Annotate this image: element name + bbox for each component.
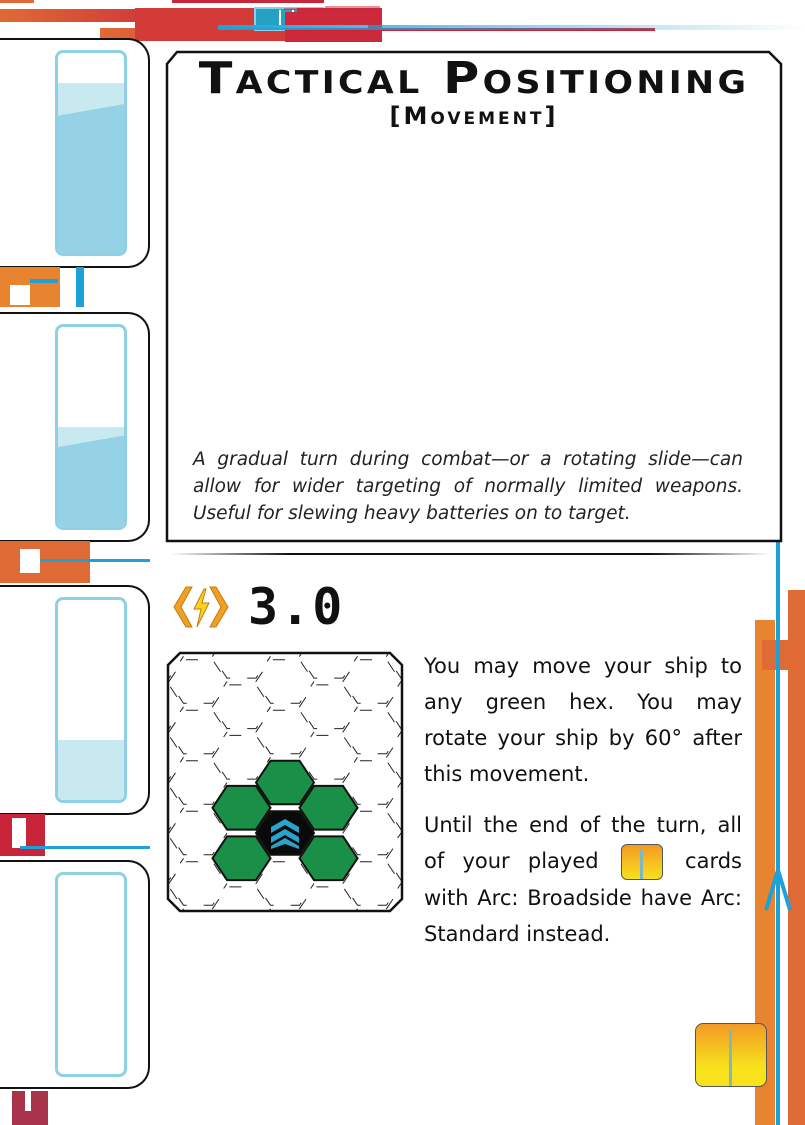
empty-hex: [298, 653, 359, 679]
energy-cost: 3.0: [248, 578, 345, 636]
empty-hex: [211, 684, 272, 730]
empty-hex: [255, 709, 315, 755]
slot-fill: [58, 740, 124, 800]
empty-hex: [256, 912, 314, 913]
energy-slot-3: [0, 585, 150, 815]
empty-hex: [168, 709, 228, 755]
connector-decoration: [0, 267, 84, 307]
connector-decoration: [0, 541, 150, 583]
energy-slot-4: [0, 860, 150, 1089]
flavor-text: A gradual turn during combat—or a rotati…: [193, 449, 743, 524]
empty-hex: [343, 912, 401, 913]
empty-hex: [298, 886, 359, 911]
slot-fill: [58, 427, 124, 527]
empty-hex: [342, 659, 402, 704]
empty-hex: [255, 659, 315, 704]
card-subtitle: [Movement]: [389, 102, 559, 130]
connector-decoration: [0, 814, 150, 856]
energy-slot-1: [0, 38, 150, 268]
rules-paragraph-1: You may move your ship to any green hex.…: [424, 654, 742, 786]
hex-movement-map: [166, 651, 404, 913]
rules-paragraph-2: Until the end of the turn, all of your p…: [424, 807, 742, 952]
connector-decoration: [12, 1091, 48, 1125]
empty-hex: [342, 709, 402, 755]
divider: [170, 553, 770, 555]
empty-hex: [211, 653, 272, 679]
empty-hex: [298, 684, 359, 730]
weapon-card-icon: [620, 844, 663, 880]
empty-hex: [169, 912, 227, 913]
energy-slot-2: [0, 312, 150, 542]
weapon-card-icon: [695, 1023, 767, 1087]
empty-hex: [211, 886, 272, 911]
energy-bolt-icon: [173, 586, 229, 628]
empty-hex: [168, 659, 228, 704]
slot-fill: [58, 83, 124, 253]
card-title: Tactical Positioning: [198, 53, 750, 104]
